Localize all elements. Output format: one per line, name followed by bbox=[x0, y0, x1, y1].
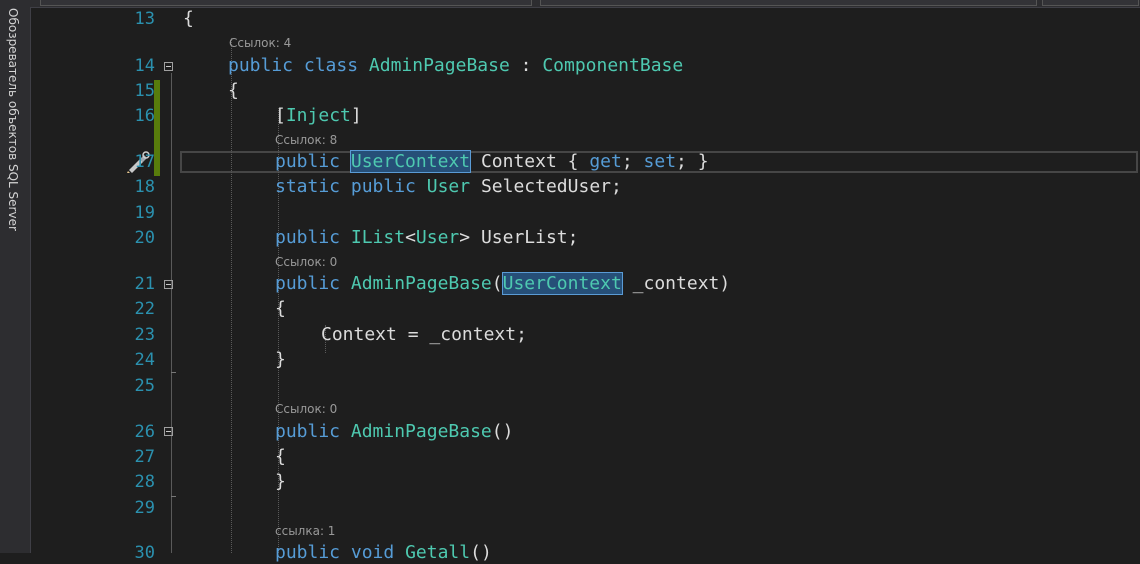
member-dropdown[interactable] bbox=[540, 0, 1037, 6]
line-number: 30 bbox=[134, 543, 155, 563]
line-number: 22 bbox=[134, 299, 155, 319]
code-editor[interactable]: Ссылок: 4 Ссылок: 8 Ссылок: 0 Ссылок: 0 … bbox=[31, 8, 1140, 563]
highlighted-symbol: UserContext bbox=[501, 272, 623, 295]
line-number: 28 bbox=[134, 472, 155, 492]
collapse-minus-icon[interactable] bbox=[164, 280, 173, 289]
line-number: 29 bbox=[134, 498, 155, 518]
code-text: [Inject] bbox=[275, 105, 362, 126]
line-number: 19 bbox=[134, 203, 155, 223]
code-text: Context = _context; bbox=[321, 324, 527, 345]
type-dropdown[interactable] bbox=[40, 0, 532, 6]
codelens-references[interactable]: ссылка: 1 bbox=[275, 524, 335, 538]
codelens-references[interactable]: Ссылок: 8 bbox=[275, 133, 337, 147]
line-number: 27 bbox=[134, 447, 155, 467]
highlighted-symbol: UserContext bbox=[349, 150, 472, 173]
code-text: public UserContext Context { get; set; } bbox=[275, 150, 709, 173]
navigation-bar bbox=[30, 0, 1140, 8]
line-number: 24 bbox=[134, 350, 155, 370]
collapse-minus-icon[interactable] bbox=[164, 62, 173, 71]
sidebar-tab-label: Обозреватель объектов SQL Server bbox=[6, 8, 20, 231]
code-text: { bbox=[275, 446, 286, 467]
line-number: 21 bbox=[134, 274, 155, 294]
outline-end-tick bbox=[171, 372, 176, 373]
code-text: public class AdminPageBase : ComponentBa… bbox=[228, 55, 684, 76]
line-number: 26 bbox=[134, 422, 155, 442]
codelens-references[interactable]: Ссылок: 0 bbox=[275, 402, 337, 416]
outline-end-tick bbox=[171, 496, 176, 497]
code-text: static public User SelectedUser; bbox=[275, 176, 622, 197]
outline-guide-class bbox=[171, 73, 172, 553]
line-number: 23 bbox=[134, 325, 155, 345]
code-text: public AdminPageBase(UserContext _contex… bbox=[275, 272, 731, 295]
code-text: public void Getall() bbox=[275, 542, 492, 563]
line-number: 16 bbox=[134, 106, 155, 126]
sql-server-object-explorer-tab[interactable]: Обозреватель объектов SQL Server bbox=[0, 0, 31, 553]
line-number: 25 bbox=[134, 376, 155, 396]
code-text: } bbox=[275, 471, 286, 492]
line-number: 18 bbox=[134, 177, 155, 197]
codelens-references[interactable]: Ссылок: 0 bbox=[275, 255, 337, 269]
codelens-references[interactable]: Ссылок: 4 bbox=[229, 36, 291, 50]
line-number: 14 bbox=[134, 56, 155, 76]
line-number: 17 bbox=[134, 152, 155, 172]
collapse-minus-icon[interactable] bbox=[164, 427, 173, 436]
line-number: 15 bbox=[134, 81, 155, 101]
code-text: } bbox=[275, 349, 286, 370]
indent-guide bbox=[231, 38, 232, 553]
scope-dropdown[interactable] bbox=[1042, 0, 1139, 6]
line-number: 13 bbox=[134, 9, 155, 29]
code-text: { bbox=[275, 298, 286, 319]
code-text: public IList<User> UserList; bbox=[275, 227, 579, 248]
code-text: public AdminPageBase() bbox=[275, 421, 514, 442]
code-text: { bbox=[183, 8, 194, 29]
line-number: 20 bbox=[134, 228, 155, 248]
code-text: { bbox=[228, 80, 239, 101]
